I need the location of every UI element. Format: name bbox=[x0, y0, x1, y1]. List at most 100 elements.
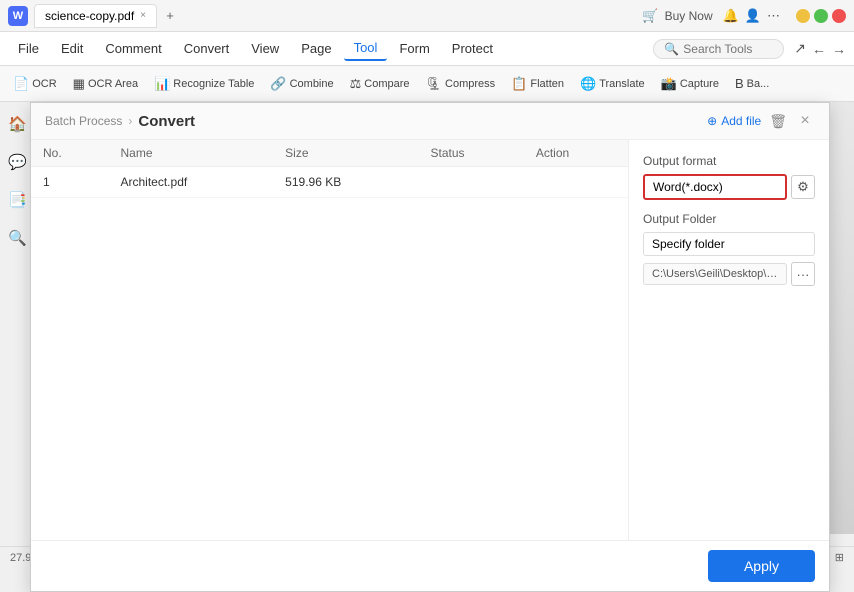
toolbar-flatten-label: Flatten bbox=[530, 78, 564, 90]
flatten-icon: 📋 bbox=[511, 76, 527, 92]
dialog-body: No. Name Size Status Action 1 Architect.… bbox=[31, 140, 829, 540]
breadcrumb-separator: › bbox=[128, 114, 132, 128]
dialog-close-button[interactable]: × bbox=[795, 111, 815, 131]
folder-path-row: C:\Users\Geili\Desktop\PDFElement\Cc ··· bbox=[643, 262, 815, 286]
toolbar-flatten[interactable]: 📋 Flatten bbox=[504, 73, 571, 95]
sidebar-home-icon[interactable]: 🏠 bbox=[4, 110, 32, 138]
toolbar-capture[interactable]: 📸 Capture bbox=[654, 73, 726, 95]
col-name: Name bbox=[109, 140, 274, 167]
dialog-header: Batch Process › Convert ⊕ Add file 🗑 × bbox=[31, 103, 829, 140]
main-area: 🏠 💬 📑 🔍 Batch Process › Convert ⊕ Add fi… bbox=[0, 102, 854, 534]
recognize-table-icon: 📊 bbox=[154, 76, 170, 92]
close-button[interactable]: × bbox=[832, 9, 846, 23]
toolbar-combine[interactable]: 🔗 Combine bbox=[263, 73, 340, 95]
tab-area: science-copy.pdf × + bbox=[34, 4, 642, 28]
title-bar: W science-copy.pdf × + 🛒 Buy Now 🔔 👤 ⋯ −… bbox=[0, 0, 854, 32]
folder-path-display: C:\Users\Geili\Desktop\PDFElement\Cc bbox=[643, 263, 787, 285]
menu-right-icons: ↗ ← → bbox=[794, 40, 846, 57]
translate-icon: 🌐 bbox=[580, 76, 596, 92]
document-tab[interactable]: science-copy.pdf × bbox=[34, 4, 157, 28]
row-action bbox=[524, 167, 628, 198]
user-icon[interactable]: 👤 bbox=[745, 8, 761, 24]
search-input[interactable] bbox=[683, 42, 773, 56]
add-file-button[interactable]: ⊕ Add file bbox=[707, 114, 761, 128]
buy-now-button[interactable]: 🛒 bbox=[642, 8, 658, 24]
compress-icon: 🗜 bbox=[426, 76, 443, 92]
format-settings-icon[interactable]: ⚙ bbox=[791, 175, 815, 199]
row-no: 1 bbox=[31, 167, 109, 198]
dialog-title-convert: Convert bbox=[138, 113, 195, 130]
add-file-icon: ⊕ bbox=[707, 114, 717, 128]
toolbar-compress-label: Compress bbox=[445, 78, 495, 90]
compare-icon: ⚖ bbox=[350, 76, 362, 92]
toolbar-recognize-table[interactable]: 📊 Recognize Table bbox=[147, 73, 261, 95]
menu-form[interactable]: Form bbox=[389, 37, 439, 60]
output-format-section: Output format Word(*.docx) ⚙ bbox=[643, 154, 815, 200]
minimize-button[interactable]: − bbox=[796, 9, 810, 23]
search-icon: 🔍 bbox=[664, 42, 679, 56]
format-select-row: Word(*.docx) ⚙ bbox=[643, 174, 815, 200]
tab-filename: science-copy.pdf bbox=[45, 9, 134, 23]
folder-browse-button[interactable]: ··· bbox=[791, 262, 815, 286]
output-format-label: Output format bbox=[643, 154, 815, 168]
forward-icon[interactable]: → bbox=[832, 41, 846, 57]
search-bar: 🔍 bbox=[653, 39, 784, 59]
menu-protect[interactable]: Protect bbox=[442, 37, 503, 60]
more-options-icon[interactable]: ⋯ bbox=[767, 8, 780, 24]
ocr-icon: 📄 bbox=[13, 76, 29, 92]
toolbar-ocr-label: OCR bbox=[32, 78, 56, 90]
batch-icon: B bbox=[735, 76, 744, 91]
toolbar-ocr-area[interactable]: ▦ OCR Area bbox=[66, 73, 145, 95]
ocr-area-icon: ▦ bbox=[73, 76, 85, 92]
delete-file-button[interactable]: 🗑 bbox=[769, 113, 787, 130]
batch-convert-dialog: Batch Process › Convert ⊕ Add file 🗑 × N… bbox=[30, 102, 830, 592]
grid-view-icon[interactable]: ⊞ bbox=[835, 551, 844, 564]
row-size: 519.96 KB bbox=[273, 167, 418, 198]
add-file-label: Add file bbox=[721, 114, 761, 128]
sidebar-search-icon[interactable]: 🔍 bbox=[4, 224, 32, 252]
format-select[interactable]: Word(*.docx) bbox=[643, 174, 787, 200]
row-filename: Architect.pdf bbox=[109, 167, 274, 198]
toolbar-compress[interactable]: 🗜 Compress bbox=[419, 73, 503, 95]
menu-comment[interactable]: Comment bbox=[95, 37, 171, 60]
app-icon: W bbox=[8, 6, 28, 26]
tab-close-icon[interactable]: × bbox=[140, 10, 146, 21]
menu-tool[interactable]: Tool bbox=[344, 36, 388, 61]
apply-button[interactable]: Apply bbox=[708, 550, 815, 582]
folder-location-select[interactable]: Specify folder bbox=[643, 232, 815, 256]
output-folder-section: Output Folder Specify folder C:\Users\Ge… bbox=[643, 212, 815, 286]
sidebar-pages-icon[interactable]: 📑 bbox=[4, 186, 32, 214]
toolbar: 📄 OCR ▦ OCR Area 📊 Recognize Table 🔗 Com… bbox=[0, 66, 854, 102]
menu-page[interactable]: Page bbox=[291, 37, 341, 60]
maximize-button[interactable]: □ bbox=[814, 9, 828, 23]
breadcrumb-batch: Batch Process bbox=[45, 114, 122, 128]
toolbar-batch[interactable]: B Ba... bbox=[728, 73, 776, 94]
toolbar-compare[interactable]: ⚖ Compare bbox=[343, 73, 417, 95]
col-action: Action bbox=[524, 140, 628, 167]
toolbar-ocr[interactable]: 📄 OCR bbox=[6, 73, 64, 95]
notification-icon[interactable]: 🔔 bbox=[723, 8, 739, 24]
share-icon[interactable]: ↗ bbox=[794, 40, 806, 57]
file-table: No. Name Size Status Action 1 Architect.… bbox=[31, 140, 628, 198]
col-size: Size bbox=[273, 140, 418, 167]
dialog-footer: Apply bbox=[31, 540, 829, 590]
menu-view[interactable]: View bbox=[241, 37, 289, 60]
toolbar-capture-label: Capture bbox=[680, 78, 719, 90]
menu-edit[interactable]: Edit bbox=[51, 37, 93, 60]
add-tab-button[interactable]: + bbox=[159, 5, 181, 27]
col-status: Status bbox=[419, 140, 524, 167]
back-icon[interactable]: ← bbox=[812, 41, 826, 57]
table-row: 1 Architect.pdf 519.96 KB bbox=[31, 167, 628, 198]
menu-bar: File Edit Comment Convert View Page Tool… bbox=[0, 32, 854, 66]
menu-convert[interactable]: Convert bbox=[174, 37, 240, 60]
file-table-area: No. Name Size Status Action 1 Architect.… bbox=[31, 140, 629, 540]
sidebar-comment-icon[interactable]: 💬 bbox=[4, 148, 32, 176]
menu-file[interactable]: File bbox=[8, 37, 49, 60]
title-bar-icons: 🛒 Buy Now 🔔 👤 ⋯ bbox=[642, 8, 780, 24]
toolbar-translate[interactable]: 🌐 Translate bbox=[573, 73, 652, 95]
toolbar-batch-label: Ba... bbox=[747, 78, 770, 90]
toolbar-ocr-area-label: OCR Area bbox=[88, 78, 138, 90]
toolbar-recognize-table-label: Recognize Table bbox=[173, 78, 254, 90]
capture-icon: 📸 bbox=[661, 76, 677, 92]
buy-now-label: Buy Now bbox=[665, 9, 713, 23]
